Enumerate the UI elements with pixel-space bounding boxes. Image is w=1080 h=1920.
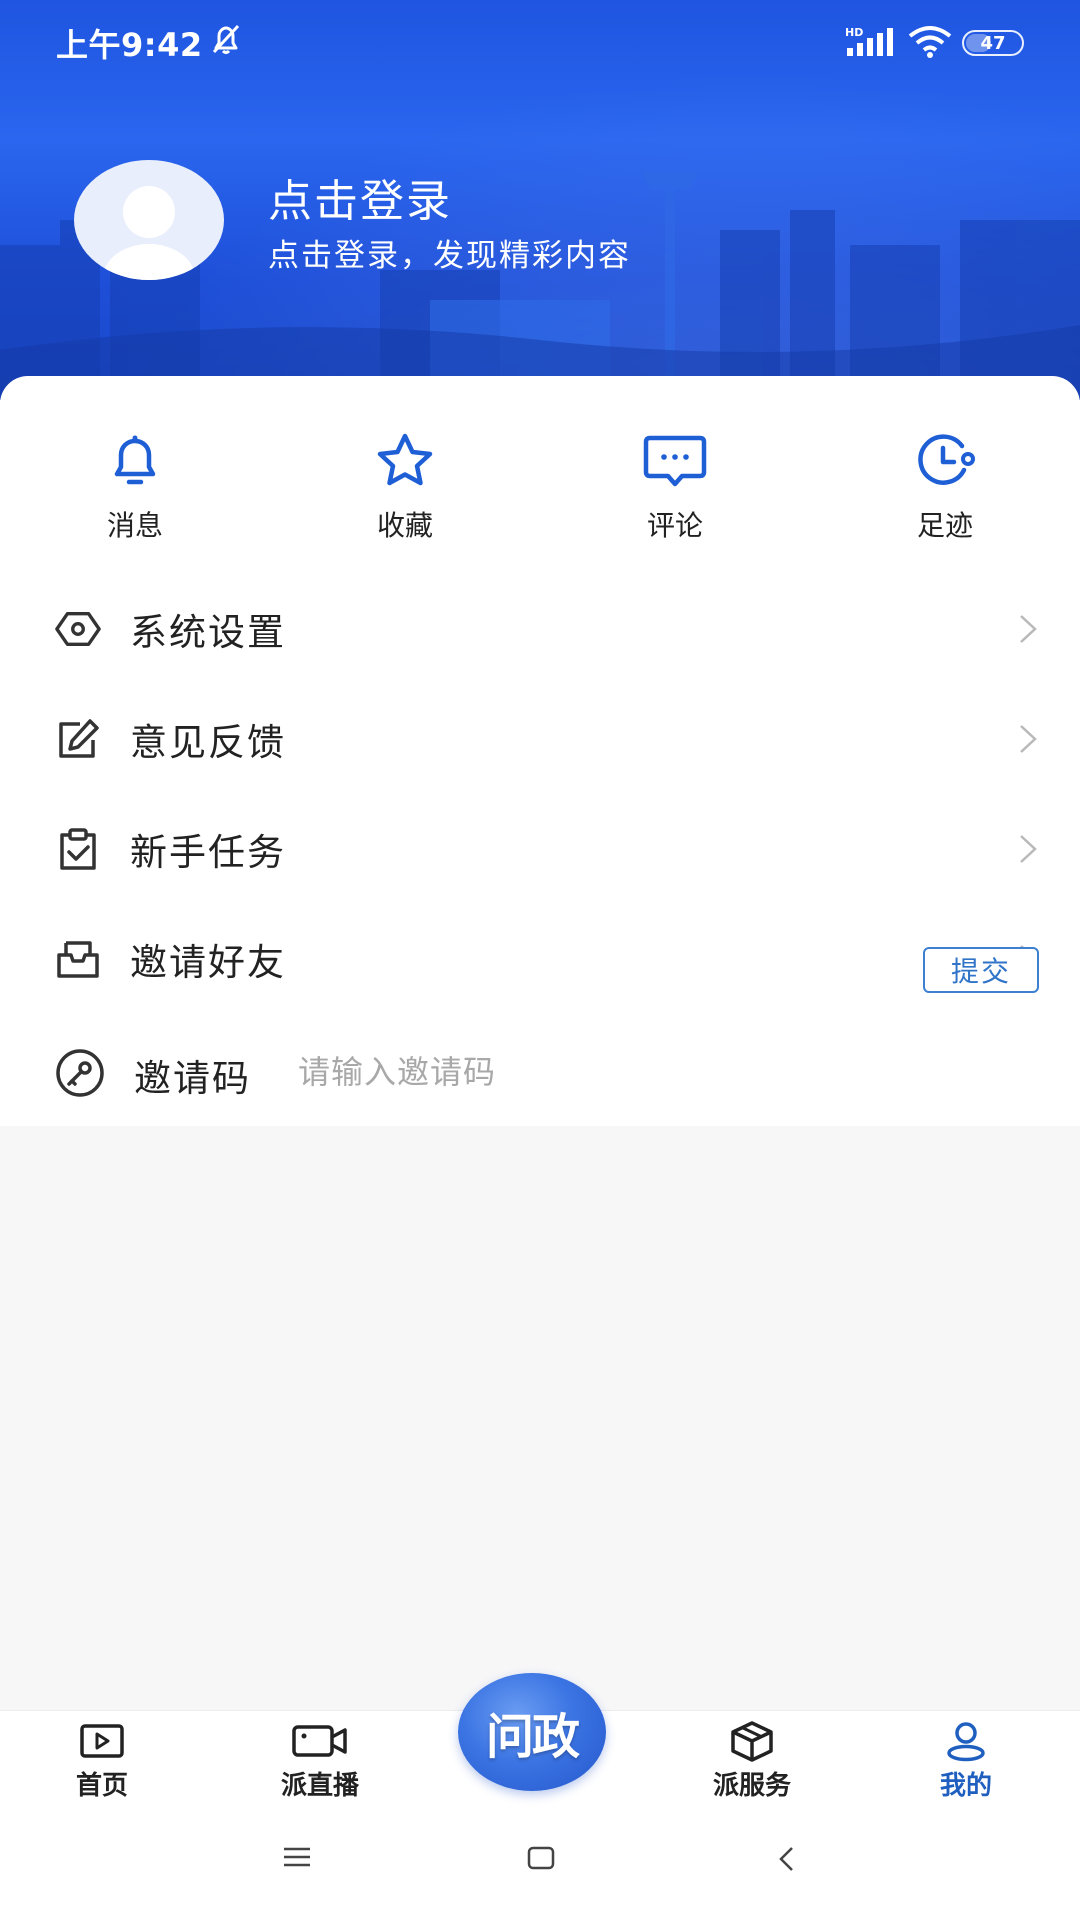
quick-action-label: 消息 [106,509,163,542]
tab-label: 我的 [939,1771,992,1801]
signal-icon: HD [845,26,893,56]
play-square-icon [80,1724,124,1758]
menu-item-system-settings[interactable]: 系统设置 [0,574,1080,684]
edit-icon [59,719,99,758]
menu-item-label: 新手任务 [130,831,286,874]
key-icon [56,1049,104,1097]
login-subtitle[interactable]: 点击登录，发现精彩内容 [268,230,631,275]
menu-item-newbie-tasks[interactable]: 新手任务 [0,794,1080,904]
tab-home[interactable]: 首页 [22,1719,182,1802]
invite-code-row: 邀请码 [0,1016,1080,1126]
home-icon[interactable] [526,1845,556,1871]
invite-code-label: 邀请码 [134,1057,251,1100]
submit-button[interactable]: 提交 [923,947,1039,993]
chevron-right-icon [1020,835,1037,863]
default-avatar-icon [103,186,195,280]
tab-mine[interactable]: 我的 [886,1719,1046,1802]
comment-icon [643,435,707,487]
profile-header: 上午9:42 HD 47 点击登录 点击登录，发现精彩内容 [0,0,1080,400]
menu-list: 系统设置 意见反馈 新手任务 邀请好友 [0,574,1080,1014]
menu-icon[interactable] [282,1845,312,1869]
quick-action-comments[interactable]: 评论 [595,428,755,544]
quick-action-label: 收藏 [376,509,433,542]
battery-indicator: 47 [962,30,1024,56]
invite-code-input[interactable] [296,1044,876,1100]
bell-off-icon [212,24,240,54]
inbox-icon [57,941,99,978]
quick-action-messages[interactable]: 消息 [55,428,215,544]
settings-icon [55,611,101,647]
svg-text:HD: HD [845,26,863,39]
content-card: 消息 收藏 评论 足迹 系统设置 意见反馈 新手任务 邀请好友 邀请码 请输入邀… [0,376,1080,1126]
clock-icon [918,434,975,485]
back-icon[interactable] [776,1845,798,1873]
user-icon [947,1722,985,1762]
bell-icon [114,435,156,485]
system-nav-bar [0,1810,1080,1920]
avatar[interactable] [74,160,224,280]
status-bar: 上午9:42 HD 47 [0,0,1080,80]
clipboard-check-icon [60,828,96,870]
quick-actions: 消息 收藏 评论 足迹 [0,428,1080,548]
tab-label: 首页 [75,1771,128,1801]
tab-live[interactable]: 派直播 [240,1719,400,1802]
menu-item-feedback[interactable]: 意见反馈 [0,684,1080,794]
center-button-label: 问政 [485,1709,580,1765]
menu-item-label: 邀请好友 [130,941,286,984]
center-wenzheng-button[interactable]: 问政 [458,1673,606,1791]
status-time: 上午9:42 [56,26,203,64]
chevron-right-icon [1020,725,1037,753]
battery-level: 47 [980,32,1006,54]
tab-label: 派直播 [280,1771,359,1801]
quick-action-label: 评论 [646,509,703,542]
quick-action-history[interactable]: 足迹 [865,428,1025,544]
video-camera-icon [292,1725,347,1757]
box-icon [731,1721,773,1762]
menu-item-invite-friends[interactable]: 邀请好友 [0,904,1080,1014]
chevron-right-icon [1020,615,1037,643]
star-icon [377,433,433,486]
menu-item-label: 系统设置 [130,611,286,654]
login-title[interactable]: 点击登录 [268,165,452,229]
quick-action-label: 足迹 [916,509,973,542]
quick-action-favorites[interactable]: 收藏 [325,428,485,544]
menu-item-label: 意见反馈 [130,721,286,764]
tab-service[interactable]: 派服务 [672,1719,832,1802]
tab-label: 派服务 [712,1771,791,1801]
wifi-icon [908,26,952,58]
